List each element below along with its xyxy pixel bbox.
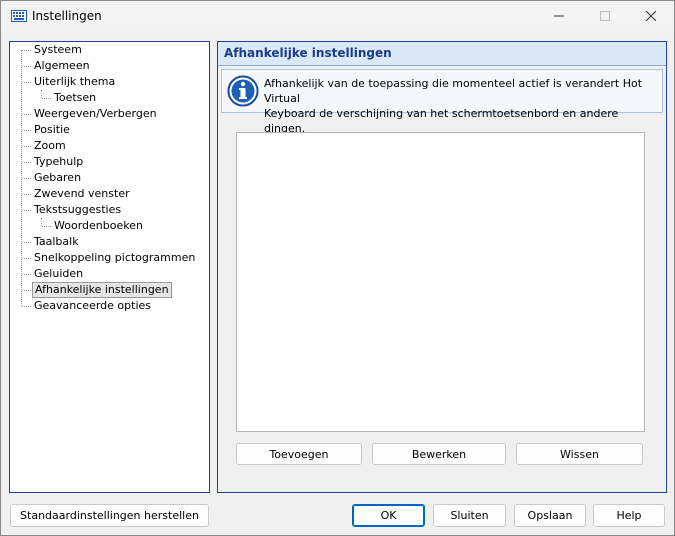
tree-connector: [22, 242, 31, 243]
settings-panel: Afhankelijke instellingen Afhankelijk va…: [217, 41, 667, 493]
tree-item[interactable]: Toetsen: [52, 90, 98, 106]
dependent-settings-list[interactable]: [236, 132, 645, 432]
tree-connector: [22, 114, 31, 115]
minimize-button[interactable]: [536, 1, 582, 31]
panel-header: Afhankelijke instellingen: [218, 42, 666, 66]
title-bar[interactable]: Instellingen: [1, 1, 674, 31]
tree-item[interactable]: Uiterlijk thema: [32, 74, 117, 90]
tree-connector: [22, 274, 31, 275]
tree-item[interactable]: Systeem: [32, 42, 84, 58]
tree-item[interactable]: Positie: [32, 122, 72, 138]
info-box: Afhankelijk van de toepassing die moment…: [221, 69, 663, 135]
tree-connector: [41, 90, 42, 98]
tree-connector: [22, 130, 31, 131]
tree-item[interactable]: Algemeen: [32, 58, 92, 74]
tree-connector: [22, 66, 31, 67]
reset-defaults-button[interactable]: Standaardinstellingen herstellen: [10, 504, 209, 527]
info-text: Afhankelijk van de toepassing die moment…: [264, 76, 654, 136]
save-button[interactable]: Opslaan: [514, 504, 586, 527]
tree-item[interactable]: Weergeven/Verbergen: [32, 106, 159, 122]
tree-item[interactable]: Zwevend venster: [32, 186, 132, 202]
tree-connector: [22, 50, 31, 51]
tree-item[interactable]: Afhankelijke instellingen: [32, 282, 172, 298]
tree-item[interactable]: Geavanceerde opties: [32, 298, 153, 314]
tree-connector: [22, 162, 31, 163]
tree-item[interactable]: Snelkoppeling pictogrammen: [32, 250, 197, 266]
maximize-icon: [600, 11, 610, 21]
tree-item[interactable]: Taalbalk: [32, 234, 81, 250]
settings-tree[interactable]: Systeem Algemeen Uiterlijk thema Toetsen Wee…: [9, 41, 210, 493]
close-button[interactable]: [628, 1, 674, 31]
keyboard-icon: [11, 10, 27, 22]
tree-item[interactable]: Zoom: [32, 138, 68, 154]
minimize-icon: [554, 15, 564, 17]
tree-connector: [22, 290, 31, 291]
tree-item[interactable]: Tekstsuggesties: [32, 202, 123, 218]
tree-connector: [22, 194, 31, 195]
ok-button[interactable]: OK: [352, 504, 425, 527]
tree-connector: [22, 306, 31, 307]
tree-connector: [22, 178, 31, 179]
tree-item[interactable]: Typehulp: [32, 154, 85, 170]
help-button[interactable]: Help: [593, 504, 665, 527]
page-title: Afhankelijke instellingen: [224, 46, 392, 60]
info-text-line: Afhankelijk van de toepassing die moment…: [264, 77, 643, 105]
close-dialog-button[interactable]: Sluiten: [433, 504, 506, 527]
maximize-button[interactable]: [582, 1, 628, 31]
tree-connector: [22, 146, 31, 147]
tree-connector: [22, 210, 31, 211]
settings-window: Instellingen Systeem Algemeen Uiterlijk th…: [0, 0, 675, 536]
add-button[interactable]: Toevoegen: [236, 443, 362, 465]
info-icon: [227, 75, 259, 107]
tree-connector: [42, 226, 51, 227]
tree-item[interactable]: Gebaren: [32, 170, 83, 186]
edit-button[interactable]: Bewerken: [372, 443, 506, 465]
tree-connector: [41, 218, 42, 226]
tree-connector: [42, 98, 51, 99]
tree-item[interactable]: Woordenboeken: [52, 218, 145, 234]
delete-button[interactable]: Wissen: [516, 443, 643, 465]
tree-item[interactable]: Geluiden: [32, 266, 85, 282]
window-title: Instellingen: [32, 9, 102, 23]
close-icon: [646, 11, 656, 21]
tree-connector: [22, 82, 31, 83]
tree-connector: [22, 258, 31, 259]
